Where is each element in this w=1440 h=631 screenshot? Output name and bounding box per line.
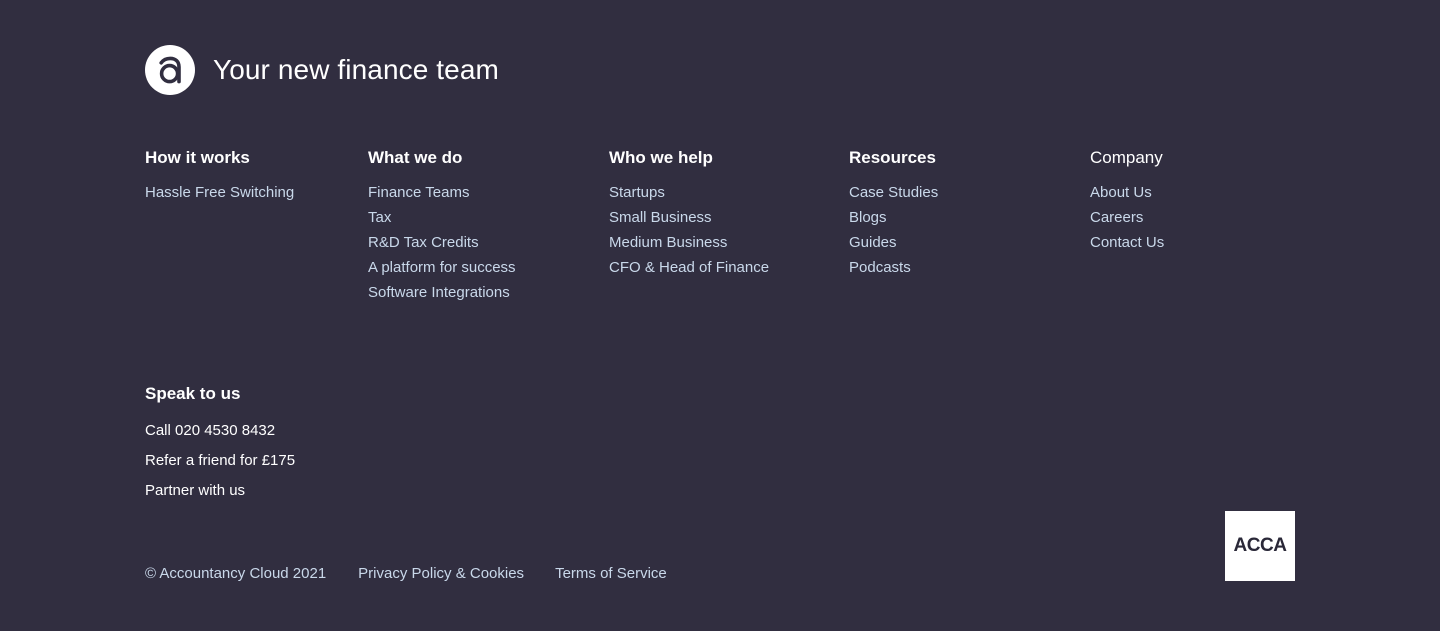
link-software-integrations[interactable]: Software Integrations bbox=[368, 280, 516, 305]
link-rd-tax-credits[interactable]: R&D Tax Credits bbox=[368, 230, 516, 255]
footer-column-company: Company About Us Careers Contact Us bbox=[1090, 147, 1164, 255]
link-refer-a-friend[interactable]: Refer a friend for £175 bbox=[145, 446, 295, 476]
link-guides[interactable]: Guides bbox=[849, 230, 938, 255]
column-heading: What we do bbox=[368, 148, 463, 167]
link-platform-for-success[interactable]: A platform for success bbox=[368, 255, 516, 280]
link-contact-us[interactable]: Contact Us bbox=[1090, 230, 1164, 255]
speak-to-us-section: Speak to us Call 020 4530 8432 Refer a f… bbox=[145, 382, 295, 506]
link-startups[interactable]: Startups bbox=[609, 180, 769, 205]
link-partner-with-us[interactable]: Partner with us bbox=[145, 476, 295, 506]
link-case-studies[interactable]: Case Studies bbox=[849, 180, 938, 205]
link-hassle-free-switching[interactable]: Hassle Free Switching bbox=[145, 180, 294, 205]
link-cfo-head-of-finance[interactable]: CFO & Head of Finance bbox=[609, 255, 769, 280]
link-call-phone[interactable]: Call 020 4530 8432 bbox=[145, 416, 295, 446]
legal-bar: © Accountancy Cloud 2021 Privacy Policy … bbox=[145, 562, 667, 586]
column-heading: Resources bbox=[849, 148, 936, 167]
copyright-text: © Accountancy Cloud 2021 bbox=[145, 565, 327, 582]
footer-column-resources: Resources Case Studies Blogs Guides Podc… bbox=[849, 147, 938, 280]
link-medium-business[interactable]: Medium Business bbox=[609, 230, 769, 255]
link-careers[interactable]: Careers bbox=[1090, 205, 1164, 230]
footer-column-what-we-do: What we do Finance Teams Tax R&D Tax Cre… bbox=[368, 147, 516, 305]
a-logo-icon bbox=[159, 56, 181, 84]
footer-column-who-we-help: Who we help Startups Small Business Medi… bbox=[609, 147, 769, 280]
terms-of-service-link[interactable]: Terms of Service bbox=[555, 562, 667, 586]
brand-logo[interactable] bbox=[145, 45, 195, 95]
footer-brand: Your new finance team bbox=[145, 45, 499, 95]
link-tax[interactable]: Tax bbox=[368, 205, 516, 230]
link-small-business[interactable]: Small Business bbox=[609, 205, 769, 230]
link-finance-teams[interactable]: Finance Teams bbox=[368, 180, 516, 205]
column-heading: How it works bbox=[145, 148, 250, 167]
column-heading: Company bbox=[1090, 148, 1163, 167]
link-podcasts[interactable]: Podcasts bbox=[849, 255, 938, 280]
column-heading: Who we help bbox=[609, 148, 713, 167]
brand-tagline: Your new finance team bbox=[213, 54, 499, 85]
speak-heading: Speak to us bbox=[145, 384, 241, 403]
acca-badge-label: ACCA bbox=[1233, 535, 1287, 556]
acca-badge: ACCA bbox=[1225, 511, 1295, 581]
link-blogs[interactable]: Blogs bbox=[849, 205, 938, 230]
privacy-policy-link[interactable]: Privacy Policy & Cookies bbox=[358, 562, 524, 586]
footer-column-how-it-works: How it works Hassle Free Switching bbox=[145, 147, 294, 205]
link-about-us[interactable]: About Us bbox=[1090, 180, 1164, 205]
